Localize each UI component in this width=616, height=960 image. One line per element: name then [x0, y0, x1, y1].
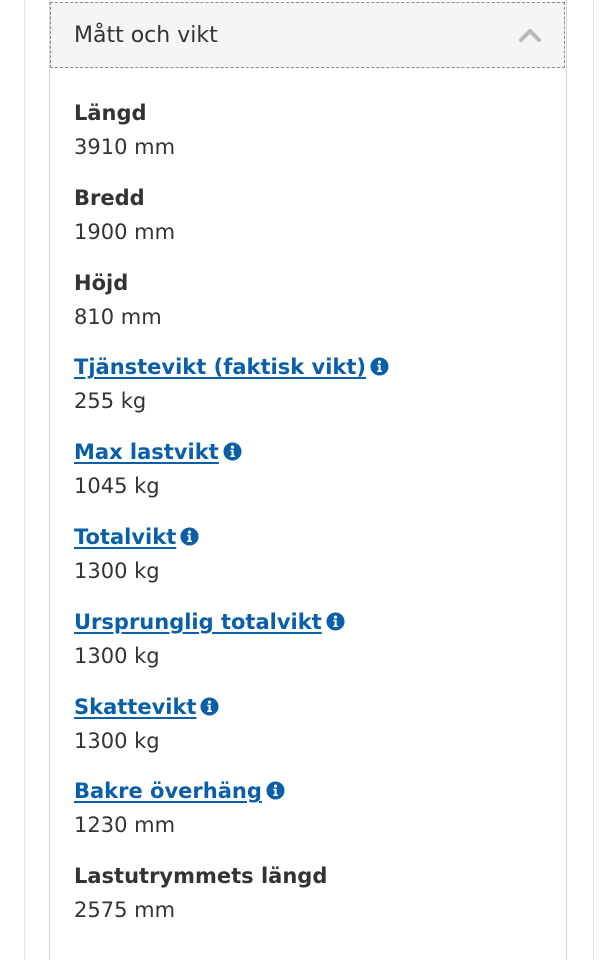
- spec-label: Höjd: [74, 270, 129, 295]
- spec-link-rear-overhang[interactable]: Bakre överhäng: [74, 776, 262, 806]
- spec-list: Längd 3910 mm Bredd 1900 mm Höjd 810 mm …: [74, 98, 554, 946]
- spec-value: 2575 mm: [74, 898, 176, 923]
- spec-row-max-load: Max lastvikt 1045 kg: [74, 437, 554, 522]
- accordion-header[interactable]: Mått och vikt: [50, 2, 565, 68]
- spec-link-service-weight[interactable]: Tjänstevikt (faktisk vikt): [74, 352, 366, 382]
- spec-row-service-weight: Tjänstevikt (faktisk vikt) 255 kg: [74, 352, 554, 437]
- spec-link-max-load[interactable]: Max lastvikt: [74, 437, 219, 467]
- spec-label: Lastutrymmets längd: [74, 864, 328, 889]
- spec-row-height: Höjd 810 mm: [74, 268, 554, 353]
- spec-value: 1300 kg: [74, 728, 160, 753]
- spec-value: 1230 mm: [74, 813, 176, 838]
- info-icon[interactable]: [266, 781, 285, 800]
- spec-row-rear-overhang: Bakre överhäng 1230 mm: [74, 776, 554, 861]
- spec-row-cargo-length: Lastutrymmets längd 2575 mm: [74, 861, 554, 946]
- spec-label: Bredd: [74, 185, 145, 210]
- spec-value: 1300 kg: [74, 643, 160, 668]
- spec-link-original-total-weight[interactable]: Ursprunglig totalvikt: [74, 607, 322, 637]
- spec-row-width: Bredd 1900 mm: [74, 183, 554, 268]
- chevron-up-icon[interactable]: [518, 23, 542, 47]
- spec-value: 1300 kg: [74, 558, 160, 583]
- info-icon[interactable]: [200, 697, 220, 716]
- spec-value: 1900 mm: [74, 219, 176, 244]
- spec-row-tax-weight: Skattevikt 1300 kg: [74, 692, 554, 777]
- spec-label: Längd: [74, 101, 147, 125]
- spec-value: 810 mm: [74, 304, 162, 329]
- info-icon[interactable]: [370, 357, 389, 376]
- info-icon[interactable]: [180, 527, 199, 546]
- spec-row-original-total-weight: Ursprunglig totalvikt 1300 kg: [74, 607, 554, 692]
- spec-link-tax-weight[interactable]: Skattevikt: [74, 692, 196, 722]
- spec-row-total-weight: Totalvikt 1300 kg: [74, 522, 554, 607]
- spec-value: 255 kg: [74, 389, 147, 414]
- spec-value: 1045 kg: [74, 474, 160, 499]
- info-icon[interactable]: [326, 612, 345, 631]
- spec-link-total-weight[interactable]: Totalvikt: [74, 522, 176, 552]
- spec-row-length: Längd 3910 mm: [74, 98, 554, 183]
- info-icon[interactable]: [223, 442, 242, 461]
- accordion-title: Mått och vikt: [74, 23, 218, 48]
- spec-value: 3910 mm: [74, 135, 176, 159]
